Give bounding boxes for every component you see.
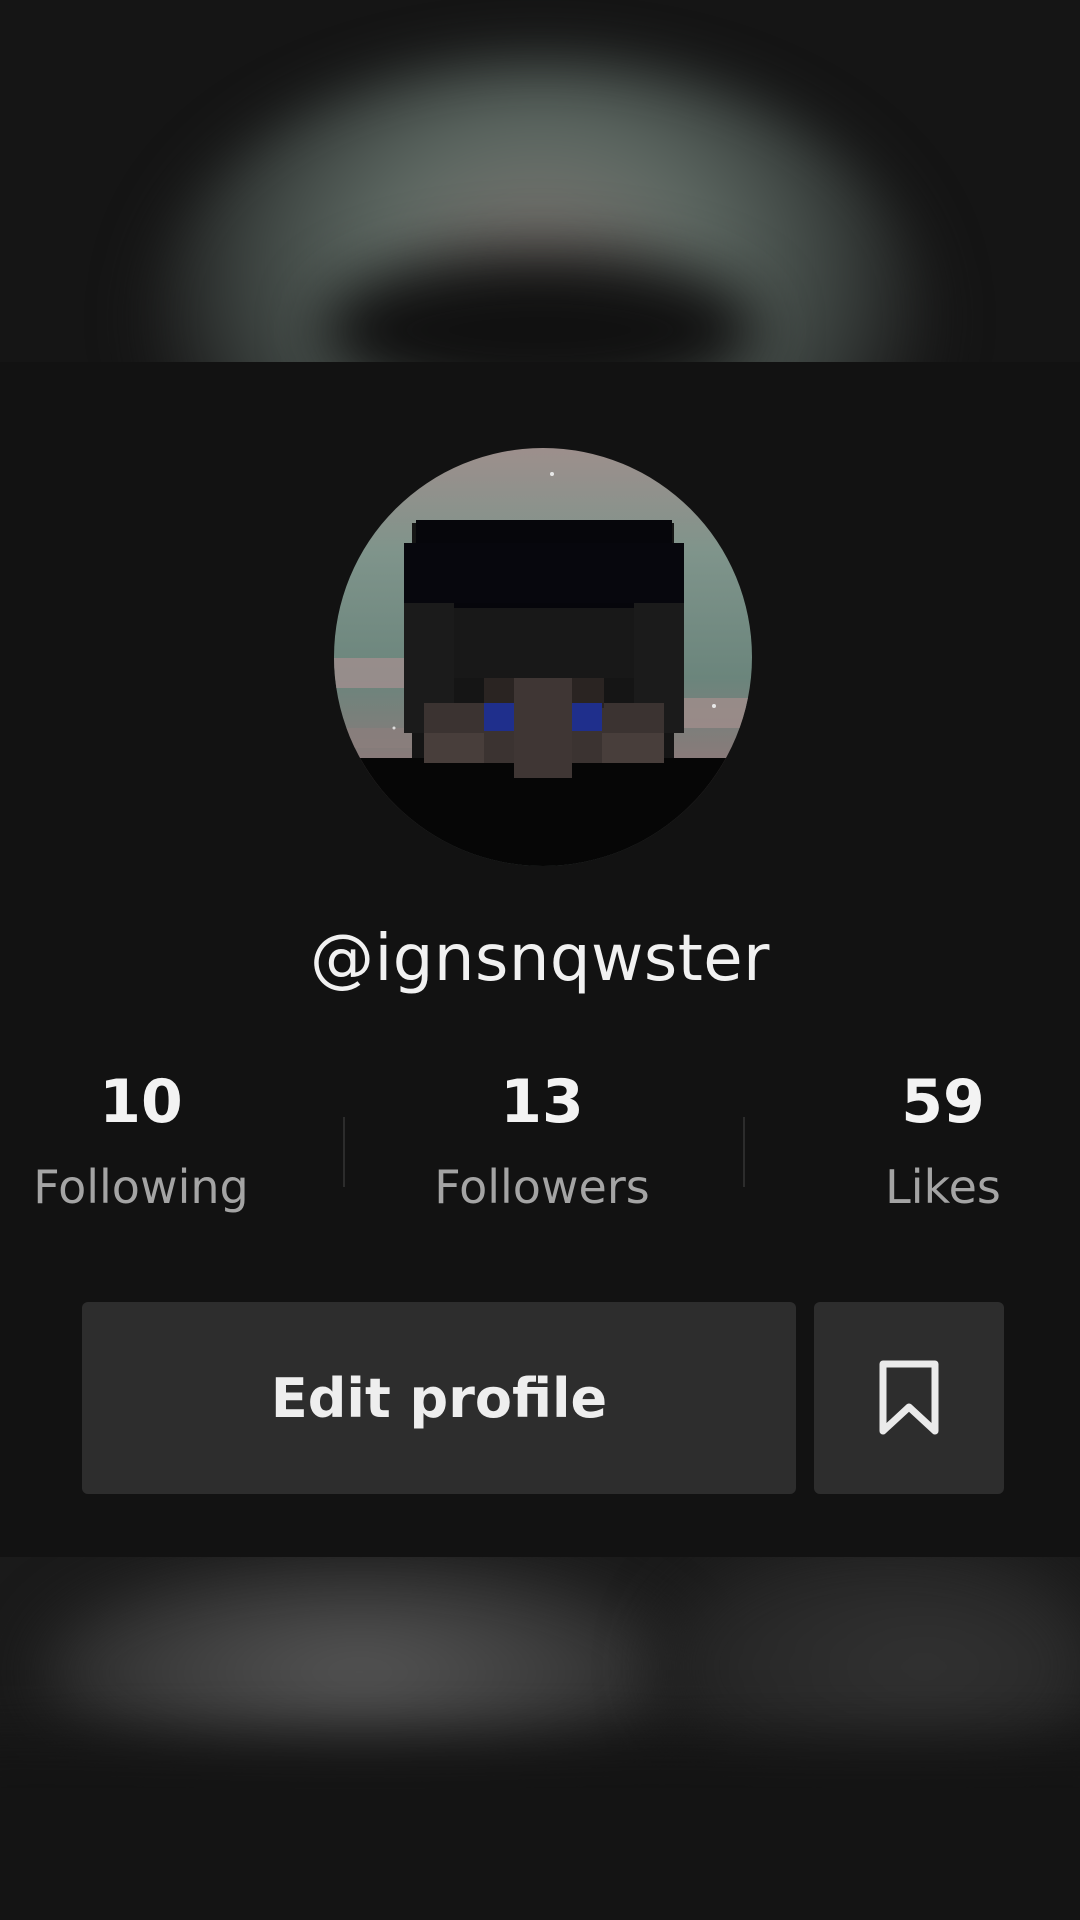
bookmark-button[interactable] [814,1302,1004,1494]
avatar[interactable] [334,448,752,866]
bookmark-icon [879,1360,939,1435]
profile-card: @ignsnqwster 10 Following 13 Followers 5… [0,362,1080,1557]
blurred-background-top [0,0,1080,362]
pixel-character-avatar-icon [334,448,752,866]
following-count: 10 [99,1067,183,1137]
following-label: Following [33,1160,249,1214]
likes-count: 59 [901,1067,985,1137]
followers-count: 13 [500,1067,584,1137]
stat-followers[interactable]: 13 Followers [392,1072,692,1210]
stat-divider [743,1117,745,1187]
likes-label: Likes [885,1160,1001,1214]
username: @ignsnqwster [310,922,770,996]
blurred-background-bottom [0,1557,1080,1920]
followers-label: Followers [434,1160,650,1214]
stat-likes[interactable]: 59 Likes [793,1072,1080,1210]
stat-following[interactable]: 10 Following [0,1072,291,1210]
edit-profile-button[interactable]: Edit profile [82,1302,796,1494]
profile-screen: @ignsnqwster 10 Following 13 Followers 5… [0,0,1080,1920]
stat-divider [343,1117,345,1187]
